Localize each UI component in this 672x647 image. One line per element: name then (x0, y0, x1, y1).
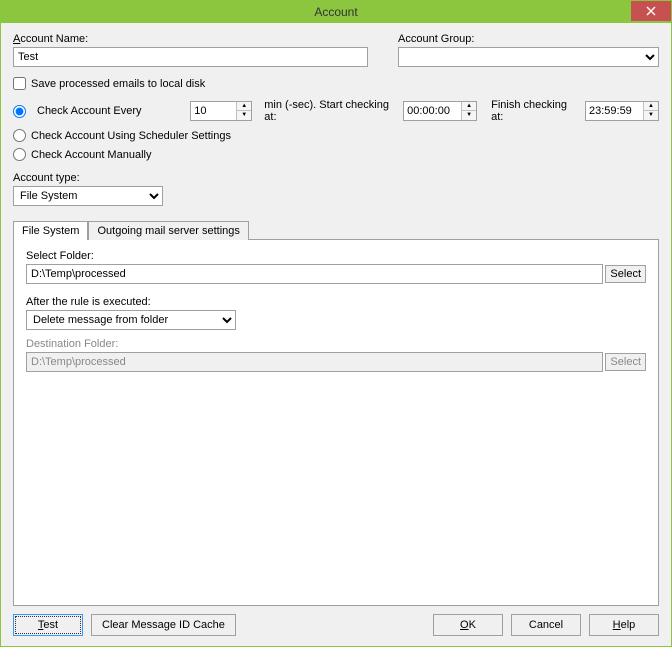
spin-up-icon[interactable]: ▲ (237, 102, 251, 111)
dest-folder-label: Destination Folder: (26, 338, 646, 350)
after-rule-label: After the rule is executed: (26, 296, 646, 308)
save-processed-checkbox[interactable] (13, 77, 26, 90)
footer: Test Clear Message ID Cache OK Cancel He… (13, 606, 659, 636)
test-button[interactable]: Test (13, 614, 83, 636)
finish-time-value[interactable] (586, 102, 638, 120)
dest-folder-input (26, 352, 603, 372)
content-area: Account Name: Account Group: Save proces… (1, 23, 671, 646)
start-time-value[interactable] (404, 102, 456, 120)
save-processed-label: Save processed emails to local disk (31, 78, 205, 90)
tabs: File System Outgoing mail server setting… (13, 220, 659, 239)
manual-label: Check Account Manually (31, 149, 151, 161)
spin-down-icon[interactable]: ▼ (644, 111, 658, 120)
help-button[interactable]: Help (589, 614, 659, 636)
account-type-select[interactable]: File System (13, 186, 163, 206)
check-every-label: Check Account Every (37, 105, 184, 117)
cancel-button[interactable]: Cancel (511, 614, 581, 636)
select-folder-label: Select Folder: (26, 250, 646, 262)
finish-time-spinner[interactable]: ▲▼ (585, 101, 659, 121)
spin-up-icon[interactable]: ▲ (462, 102, 476, 111)
start-time-spinner[interactable]: ▲▼ (403, 101, 477, 121)
close-icon (646, 6, 656, 16)
close-button[interactable] (631, 1, 671, 21)
spin-down-icon[interactable]: ▼ (462, 111, 476, 120)
clear-cache-button[interactable]: Clear Message ID Cache (91, 614, 236, 636)
min-sec-label: min (-sec). Start checking at: (264, 99, 393, 123)
scheduler-radio[interactable] (13, 129, 26, 142)
check-every-value[interactable] (191, 102, 231, 120)
account-window: Account Account Name: Account Group: Sav… (0, 0, 672, 647)
ok-button[interactable]: OK (433, 614, 503, 636)
manual-radio[interactable] (13, 148, 26, 161)
select-folder-button[interactable]: Select (605, 265, 646, 283)
dest-select-button: Select (605, 353, 646, 371)
after-rule-select[interactable]: Delete message from folder (26, 310, 236, 330)
finish-label: Finish checking at: (491, 99, 575, 123)
tab-file-system[interactable]: File System (13, 221, 88, 240)
spin-down-icon[interactable]: ▼ (237, 111, 251, 120)
spin-up-icon[interactable]: ▲ (644, 102, 658, 111)
check-every-radio[interactable] (13, 105, 26, 118)
scheduler-label: Check Account Using Scheduler Settings (31, 130, 231, 142)
account-type-label: Account type: (13, 172, 659, 184)
select-folder-input[interactable] (26, 264, 603, 284)
account-name-label: Account Name: (13, 33, 368, 45)
account-group-label: Account Group: (398, 33, 659, 45)
account-name-input[interactable] (13, 47, 368, 67)
tab-panel-file-system: Select Folder: Select After the rule is … (13, 239, 659, 606)
window-title: Account (1, 5, 671, 19)
account-group-select[interactable] (398, 47, 659, 67)
tab-outgoing[interactable]: Outgoing mail server settings (88, 221, 248, 240)
check-every-spinner[interactable]: ▲▼ (190, 101, 252, 121)
titlebar: Account (1, 1, 671, 23)
